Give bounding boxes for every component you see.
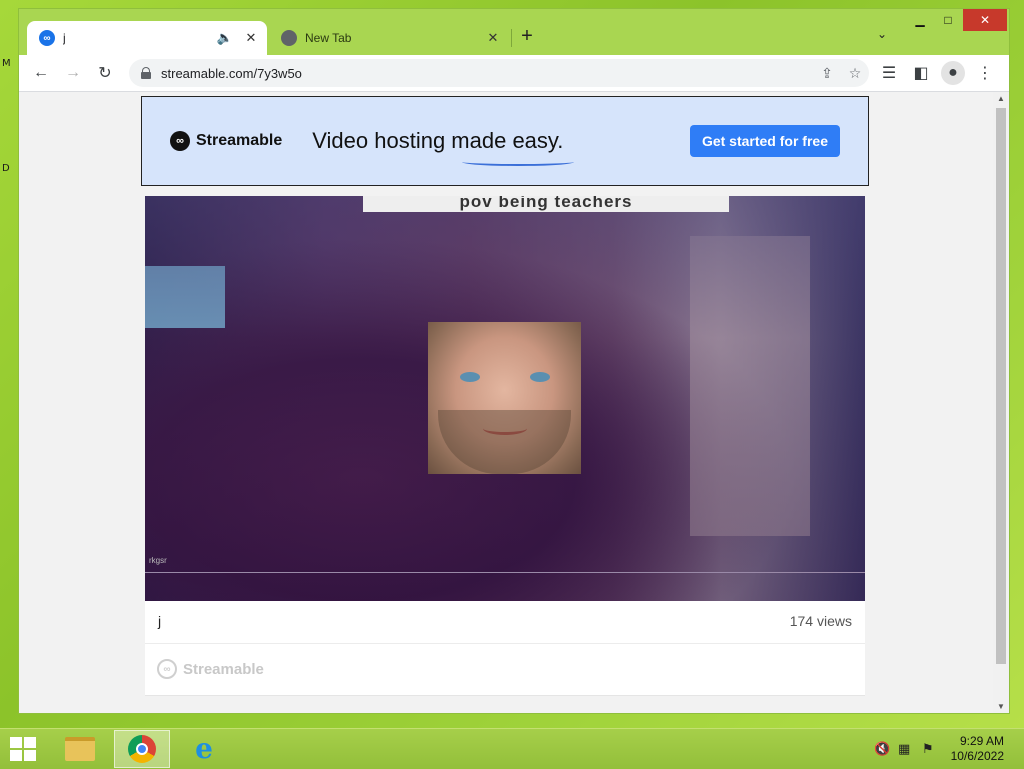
speaker-icon[interactable]: 🔈 — [215, 30, 235, 46]
file-explorer-taskbar-button[interactable] — [52, 730, 108, 768]
scroll-down-arrow-icon[interactable]: ▼ — [993, 702, 1009, 711]
system-clock[interactable]: 9:29 AM 10/6/2022 — [951, 734, 1004, 764]
video-face-overlay — [428, 322, 581, 474]
banner-tagline: Video hosting made easy. — [312, 128, 575, 166]
tagline-underline — [462, 158, 575, 166]
chrome-favicon-icon — [281, 30, 297, 46]
get-started-button[interactable]: Get started for free — [689, 125, 840, 157]
tab-separator — [511, 29, 512, 47]
new-tab-button[interactable]: + — [517, 25, 537, 48]
browser-toolbar: ← → ↻ streamable.com/7y3w5o ⇪ ☆ ☰ ◧ ● ⋮ — [19, 55, 1009, 92]
vertical-scrollbar[interactable]: ▲ ▼ — [993, 92, 1009, 713]
face-beard — [438, 410, 571, 474]
tab-close-icon[interactable]: ✕ — [483, 30, 503, 46]
view-count: 174 views — [789, 613, 852, 629]
streamable-favicon-icon: ∞ — [39, 30, 55, 46]
clock-time: 9:29 AM — [959, 734, 1004, 748]
face-mouth — [483, 422, 527, 435]
video-watermark: rkgsr — [149, 556, 167, 565]
browser-window: ∞ j 🔈 ✕ New Tab ✕ + ⌄ ▁ □ ✕ ← → ↻ stream… — [18, 8, 1010, 714]
streamable-footer-logo-text: Streamable — [183, 660, 264, 678]
streamable-footer-logo[interactable]: ∞ Streamable — [157, 659, 264, 679]
share-icon[interactable]: ⇪ — [813, 65, 841, 82]
lock-icon[interactable] — [141, 67, 151, 79]
network-icon[interactable]: ▦ — [898, 741, 910, 757]
tab-search-chevron-down-icon[interactable]: ⌄ — [877, 27, 887, 41]
desktop-icon-label-m: M — [2, 58, 11, 69]
maximize-button[interactable]: □ — [935, 9, 961, 31]
video-info-panel: j 174 views ∞ Streamable — [145, 601, 865, 696]
tab-new-tab[interactable]: New Tab ✕ — [269, 21, 509, 55]
back-arrow-icon[interactable]: ← — [29, 61, 53, 85]
video-progress-line — [145, 572, 865, 573]
profile-icon[interactable]: ● — [941, 61, 965, 85]
action-center-flag-icon[interactable]: ⚑ — [922, 741, 934, 757]
face-eye-right — [530, 372, 550, 382]
tab-streamable[interactable]: ∞ j 🔈 ✕ — [27, 21, 267, 55]
ad-banner[interactable]: ∞ Streamable Video hosting made easy. Ge… — [141, 96, 869, 186]
tab-title: j — [63, 31, 66, 45]
start-button-windows-icon[interactable] — [10, 737, 38, 761]
video-caption: pov being teachers — [363, 196, 729, 212]
clock-date: 10/6/2022 — [950, 749, 1004, 763]
taskbar: e 🔇 ▦ ⚑ 9:29 AM 10/6/2022 — [0, 728, 1024, 769]
info-divider — [145, 643, 865, 644]
streamable-logo-text: Streamable — [196, 132, 283, 149]
minimize-button[interactable]: ▁ — [907, 9, 933, 31]
face-eye-left — [460, 372, 480, 382]
close-window-button[interactable]: ✕ — [963, 9, 1007, 31]
streamable-logo[interactable]: ∞ Streamable — [170, 131, 282, 151]
reading-list-icon[interactable]: ☰ — [877, 61, 901, 85]
video-player[interactable]: pov being teachers rkgsr — [145, 196, 865, 601]
bookmark-star-icon[interactable]: ☆ — [841, 65, 869, 82]
reload-icon[interactable]: ↻ — [93, 61, 117, 85]
chrome-taskbar-button[interactable] — [114, 730, 170, 768]
url-text[interactable]: streamable.com/7y3w5o — [161, 66, 813, 81]
internet-explorer-taskbar-button[interactable]: e — [176, 730, 232, 768]
tab-strip: ∞ j 🔈 ✕ New Tab ✕ + ⌄ ▁ □ ✕ — [19, 9, 1009, 55]
forward-arrow-icon[interactable]: → — [61, 61, 85, 85]
address-bar[interactable]: streamable.com/7y3w5o ⇪ ☆ — [129, 59, 869, 87]
page-viewport: ∞ Streamable Video hosting made easy. Ge… — [19, 92, 1009, 713]
streamable-footer-logo-icon: ∞ — [157, 659, 177, 679]
scroll-up-arrow-icon[interactable]: ▲ — [993, 94, 1009, 103]
internet-explorer-icon: e — [195, 732, 213, 765]
folder-icon — [65, 737, 95, 761]
side-panel-icon[interactable]: ◧ — [909, 61, 933, 85]
streamable-logo-icon: ∞ — [170, 131, 190, 151]
tab-close-icon[interactable]: ✕ — [241, 30, 261, 46]
volume-muted-icon[interactable]: 🔇 — [874, 741, 890, 757]
chrome-icon — [128, 735, 156, 763]
scrollbar-thumb[interactable] — [996, 108, 1006, 664]
video-title: j — [158, 613, 162, 629]
desktop-icon-label-d: D — [2, 163, 10, 174]
menu-icon[interactable]: ⋮ — [973, 61, 997, 85]
tab-title: New Tab — [305, 31, 352, 45]
banner-tagline-text: Video hosting made easy. — [312, 128, 564, 153]
